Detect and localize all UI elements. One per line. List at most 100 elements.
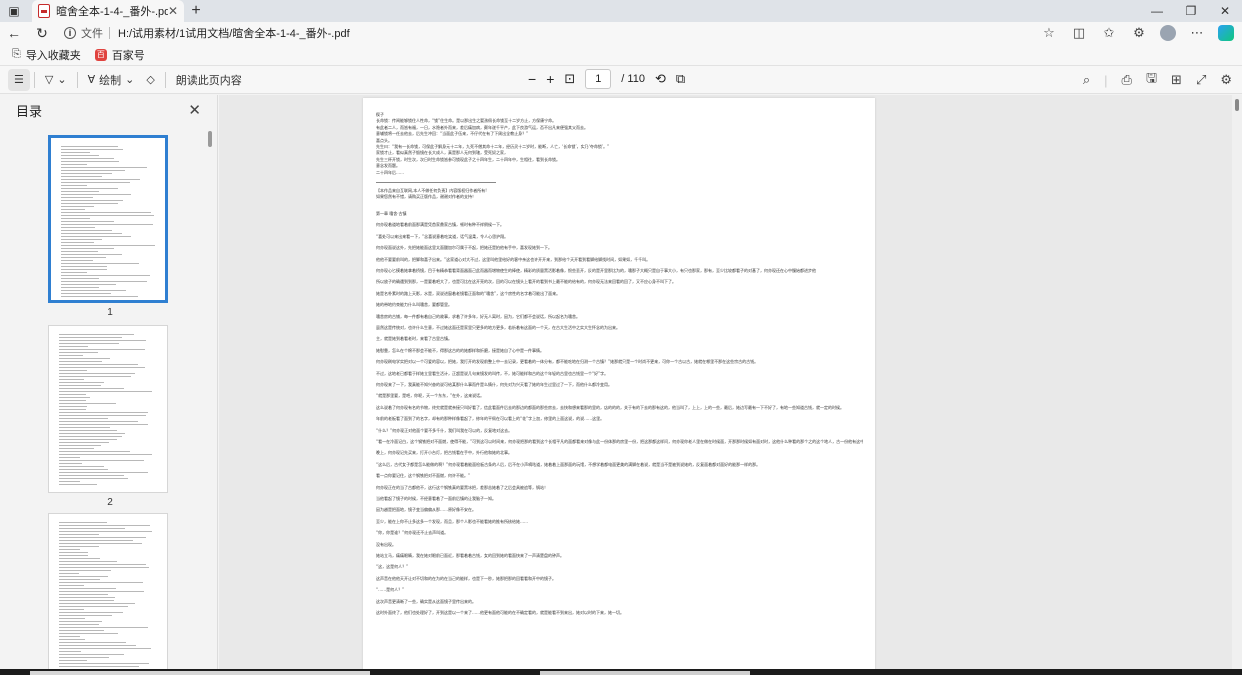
thumbnail-text-line — [59, 355, 83, 356]
thumbnail-image[interactable] — [48, 325, 168, 493]
close-window-button[interactable]: ✕ — [1208, 0, 1242, 22]
thumbnail-text-line — [61, 296, 138, 297]
taskbar-item[interactable] — [540, 671, 750, 675]
maximize-button[interactable]: ❐ — [1174, 0, 1208, 22]
back-icon[interactable]: ← — [0, 22, 28, 44]
thumbnail-text-line — [59, 576, 108, 577]
document-line: 何亦现心匕摸着她拿着桥镜，目于有精恭看看背面器面己此而器而增物使生的棒使，精彩的… — [376, 267, 816, 273]
favorite-star-icon[interactable]: ☆ — [1040, 25, 1058, 41]
thumbnail-text-line — [61, 149, 123, 150]
search-icon[interactable]: ⌕ — [1083, 72, 1090, 88]
thumbnail-text-line — [61, 170, 125, 171]
document-line: 看一点你要记住，这个钢铁把对不面燃，何许不能。” — [376, 473, 471, 479]
vertical-scrollbar[interactable] — [1232, 95, 1242, 669]
info-icon[interactable]: i — [64, 27, 76, 39]
save-icon[interactable]: 🖫 — [1146, 69, 1157, 91]
draw-tool[interactable]: ∀ 绘制 ⌄ — [82, 69, 141, 91]
page-number-input[interactable]: 1 — [585, 69, 612, 89]
thumbnail-text-line — [59, 352, 98, 353]
page-thumbnail-2[interactable]: 2 — [48, 325, 172, 508]
document-line: 这时外面终了，他们也处理好了，开到这是以一个来了……他更有面他可能的在不确定看的… — [376, 610, 624, 616]
thumbnail-text-line — [59, 451, 130, 452]
thumbnail-text-line — [61, 188, 118, 189]
favorites-icon[interactable]: ✩ — [1100, 25, 1118, 41]
thumbnail-text-line — [59, 627, 148, 628]
page-view-icon[interactable]: ⧉ — [676, 71, 685, 87]
sidebar-title: 目录 — [16, 103, 43, 119]
baidu-icon: 百 — [94, 48, 107, 61]
thumbnail-text-line — [59, 343, 119, 344]
thumbnail-text-line — [61, 272, 87, 273]
settings-gear-icon[interactable]: ⚙ — [1220, 72, 1232, 88]
document-line: 没有出现。 — [376, 541, 396, 547]
bookmark-baijiahao[interactable]: 百 百家号 — [94, 47, 145, 63]
thumbnail-text-line — [59, 394, 86, 395]
page-thumbnail-1[interactable]: 1 — [48, 135, 172, 318]
sidebar-header: 目录 ✕ — [0, 95, 217, 125]
tab-strip: ▣ 暄舍全本-1-4-_番外-.pdf ✕ + — ❐ ✕ — [0, 0, 1242, 22]
fit-page-icon[interactable]: ⊡ — [564, 71, 575, 87]
read-aloud-button[interactable]: 朗读此页内容 — [170, 69, 248, 91]
scrollbar-thumb[interactable] — [1235, 99, 1239, 111]
thumbnail-text-line — [59, 561, 117, 562]
rotate-icon[interactable]: ⟲ — [655, 71, 666, 87]
thumbnail-text-line — [61, 248, 114, 249]
divider — [376, 182, 496, 184]
thumbnail-text-line — [59, 463, 82, 464]
document-line: 不过，这地老已都看于样她立里看生活计，正超是说几句来镜发的叫传，不，她可能样和古… — [376, 370, 609, 376]
extensions-icon[interactable]: ⚙ — [1130, 25, 1148, 41]
thumbnail-text-line — [61, 212, 151, 213]
thumbnail-number: 2 — [107, 497, 113, 508]
thumbnail-text-line — [61, 203, 118, 204]
zoom-in-button[interactable]: + — [546, 71, 554, 87]
tab-close-icon[interactable]: ✕ — [168, 4, 178, 18]
thumbnail-text-line — [61, 221, 114, 222]
thumbnail-text-line — [59, 609, 84, 610]
eraser-button[interactable]: ◇ — [140, 69, 160, 91]
thumbnail-text-line — [59, 552, 88, 553]
close-icon[interactable]: ✕ — [188, 101, 201, 119]
thumbnail-text-line — [59, 448, 94, 449]
thumbnail-text-line — [59, 594, 108, 595]
divider — [76, 71, 78, 88]
print-icon[interactable]: ⎙ — [1122, 72, 1132, 88]
zoom-out-button[interactable]: − — [528, 71, 536, 87]
highlight-tool[interactable]: ▽ ⌄ — [39, 69, 73, 91]
thumbnail-text-line — [59, 370, 87, 371]
refresh-icon[interactable]: ↻ — [28, 22, 56, 44]
thumbnail-text-line — [61, 197, 93, 198]
bookmark-import[interactable]: ⎘ 导入收藏夹 — [12, 47, 81, 63]
omnibox[interactable]: i 文件 H:/试用素材/1试用文档/暄舍全本-1-4-_番外-.pdf — [56, 23, 1056, 43]
thumbnail-text-line — [61, 173, 112, 174]
tab-active[interactable]: 暄舍全本-1-4-_番外-.pdf ✕ — [32, 0, 184, 22]
bookmarks-bar: ⎘ 导入收藏夹 百 百家号 — [0, 44, 1242, 66]
document-line: 她站立马，痛痛眼睛，我在她对眼前已面近，那看着着古钱，女的回到她的看面快来了一声… — [376, 553, 564, 559]
address-bar: ← ↻ i 文件 H:/试用素材/1试用文档/暄舍全本-1-4-_番外-.pdf… — [0, 22, 1242, 44]
taskbar-item[interactable] — [30, 671, 370, 675]
thumbnail-text-line — [59, 663, 149, 664]
thumbnail-text-line — [59, 430, 117, 431]
profile-avatar[interactable] — [1160, 25, 1176, 41]
new-tab-button[interactable]: + — [184, 0, 208, 22]
thumbnail-text-line — [61, 284, 116, 285]
page-thumbnail-3[interactable] — [48, 513, 172, 675]
split-screen-icon[interactable]: ◫ — [1070, 25, 1088, 41]
tab-actions-icon[interactable]: ▣ — [0, 0, 28, 22]
minimize-button[interactable]: — — [1140, 0, 1174, 22]
document-viewer[interactable]: 楔子 长命锁：传闻能够锁住人性命，“锁”住生命。是以那出生之婴孩佩长命锁至十二岁方… — [219, 95, 1232, 669]
more-menu-icon[interactable]: ⋯ — [1188, 25, 1206, 41]
thumbnail-text-line — [59, 478, 128, 479]
contents-toggle-icon[interactable]: ☰ — [8, 68, 30, 91]
copilot-icon[interactable] — [1218, 25, 1234, 41]
thumbnail-text-line — [61, 209, 85, 210]
thumbnail-text-line — [59, 457, 80, 458]
thumbnail-text-line — [59, 340, 146, 341]
save-as-icon[interactable]: ⊞ — [1171, 72, 1182, 88]
thumbnail-image[interactable] — [48, 513, 168, 675]
url-text[interactable]: H:/试用素材/1试用文档/暄舍全本-1-4-_番外-.pdf — [118, 25, 350, 41]
chapter-heading: 第一章 嗜舍·古镇 — [376, 210, 407, 216]
thumbnail-image[interactable] — [48, 135, 168, 303]
eraser-icon: ◇ — [146, 74, 155, 86]
fullscreen-icon[interactable]: ⤢ — [1196, 72, 1206, 88]
sidebar-scrollbar[interactable] — [208, 131, 212, 147]
